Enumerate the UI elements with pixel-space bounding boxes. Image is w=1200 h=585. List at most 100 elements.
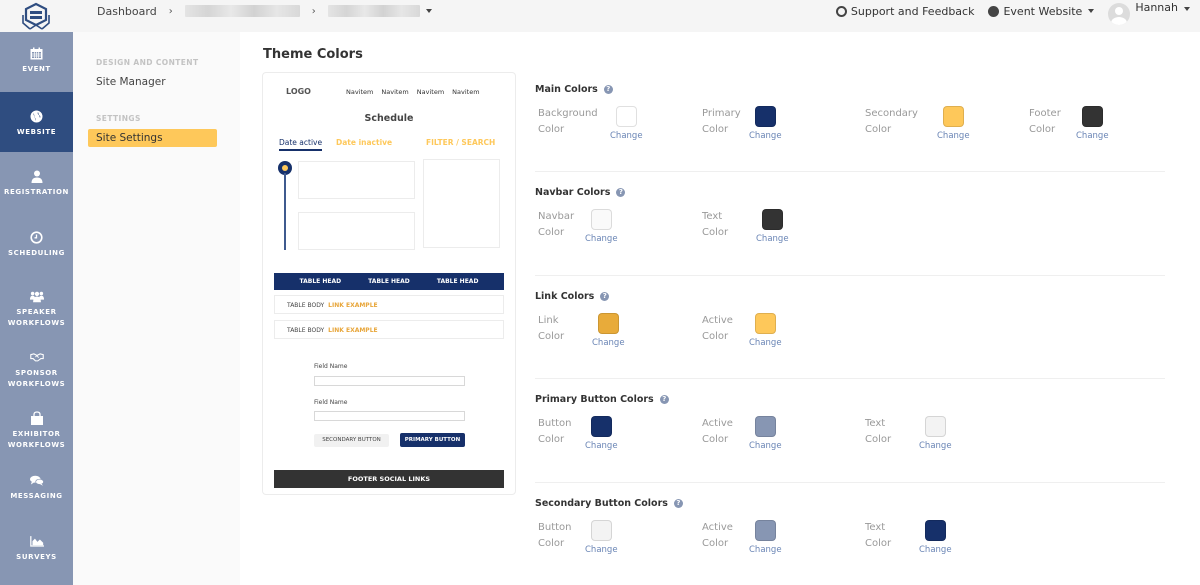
- subnav-site-manager[interactable]: Site Manager: [96, 76, 166, 88]
- brand-logo-icon[interactable]: [20, 1, 52, 31]
- change-color-link[interactable]: Change: [749, 338, 782, 348]
- section-divider: [535, 171, 1165, 172]
- preview-navitem: Navitem: [452, 88, 480, 96]
- change-color-link[interactable]: Change: [592, 338, 625, 348]
- globe-icon: [30, 109, 44, 123]
- color-label: Primary Color: [702, 106, 741, 138]
- change-color-link[interactable]: Change: [749, 545, 782, 555]
- sidebar-item-event[interactable]: EVENT: [0, 46, 73, 92]
- color-swatch[interactable]: [762, 209, 783, 230]
- event-website-dropdown[interactable]: Event Website: [988, 5, 1095, 18]
- preview-date-inactive-tab: Date inactive: [336, 138, 393, 147]
- change-color-link[interactable]: Change: [919, 545, 952, 555]
- color-swatch[interactable]: [925, 416, 946, 437]
- breadcrumb-separator-icon: ›: [311, 5, 316, 17]
- help-icon[interactable]: ?: [673, 499, 683, 508]
- change-color-link[interactable]: Change: [919, 441, 952, 451]
- preview-table-head-cell: TABLE HEAD: [368, 278, 410, 285]
- help-icon[interactable]: ?: [659, 395, 669, 404]
- chevron-down-icon: [1088, 9, 1095, 13]
- group-icon: [29, 289, 44, 303]
- breadcrumb: Dashboard › ›: [97, 0, 432, 22]
- color-setting: Text Color Change: [865, 520, 1015, 560]
- subnav-site-settings[interactable]: Site Settings: [88, 129, 217, 147]
- color-label-line: Text: [865, 418, 886, 429]
- color-setting: Button Color Change: [538, 520, 688, 560]
- color-swatch[interactable]: [755, 416, 776, 437]
- calendar-icon: [30, 46, 44, 60]
- color-swatch[interactable]: [591, 209, 612, 230]
- sidebar-item-label: SCHEDULING: [8, 249, 65, 257]
- sidebar-item-surveys[interactable]: SURVEYS: [0, 534, 73, 563]
- sidebar-item-exhibitor-workflows[interactable]: EXHIBITOR WORKFLOWS: [0, 411, 73, 451]
- change-color-link[interactable]: Change: [1076, 131, 1109, 141]
- change-color-link[interactable]: Change: [610, 131, 643, 141]
- sidebar-item-label: WORKFLOWS: [7, 319, 66, 327]
- preview-table-body-text: TABLE BODY: [287, 327, 325, 334]
- color-setting: Navbar Color Change: [538, 209, 688, 249]
- change-color-link[interactable]: Change: [937, 131, 970, 141]
- preview-field-input: [314, 376, 465, 386]
- sidebar-item-scheduling[interactable]: SCHEDULING: [0, 230, 73, 259]
- color-swatch[interactable]: [755, 520, 776, 541]
- user-menu[interactable]: Hannah: [1108, 0, 1190, 25]
- breadcrumb-event-redacted[interactable]: [184, 5, 300, 17]
- sidebar-item-messaging[interactable]: MESSAGING: [0, 473, 73, 502]
- color-swatch[interactable]: [755, 313, 776, 334]
- top-right-menu: Support and Feedback Event Website Hanna…: [822, 0, 1190, 25]
- area-chart-icon: [29, 534, 44, 548]
- change-color-link[interactable]: Change: [749, 441, 782, 451]
- color-label-line: Color: [538, 538, 565, 549]
- color-label: Button Color: [538, 520, 572, 552]
- sidebar-item-label: EVENT: [22, 65, 51, 73]
- color-label: Button Color: [538, 416, 572, 448]
- help-icon[interactable]: ?: [600, 292, 610, 301]
- preview-link-example: LINK EXAMPLE: [328, 327, 378, 334]
- color-swatch[interactable]: [925, 520, 946, 541]
- help-icon[interactable]: ?: [603, 85, 613, 94]
- change-color-link[interactable]: Change: [756, 234, 789, 244]
- color-label-line: Navbar: [538, 211, 575, 222]
- sidebar-item-website[interactable]: WEBSITE: [0, 92, 73, 152]
- color-swatch[interactable]: [755, 106, 776, 127]
- chevron-down-icon: [1184, 7, 1190, 11]
- color-swatch[interactable]: [598, 313, 619, 334]
- sidebar-item-label: SURVEYS: [16, 553, 57, 561]
- page-title: Theme Colors: [263, 47, 363, 62]
- color-swatch[interactable]: [591, 520, 612, 541]
- color-swatch[interactable]: [591, 416, 612, 437]
- sidebar-item-sponsor-workflows[interactable]: SPONSOR WORKFLOWS: [0, 350, 73, 390]
- preview-field-input: [314, 411, 465, 421]
- color-setting: Secondary Color Change: [865, 106, 1015, 146]
- preview-logo: LOGO: [286, 87, 311, 96]
- color-label-line: Link: [538, 315, 559, 326]
- change-color-link[interactable]: Change: [585, 545, 618, 555]
- color-label-line: Active: [702, 418, 733, 429]
- main-sidebar: EVENT WEBSITE REGISTRATION SCHEDULING SP…: [0, 32, 73, 585]
- sidebar-item-speaker-workflows[interactable]: SPEAKER WORKFLOWS: [0, 289, 73, 329]
- color-swatch[interactable]: [1082, 106, 1103, 127]
- color-label-line: Color: [702, 538, 729, 549]
- support-label: Support and Feedback: [850, 4, 975, 18]
- change-color-link[interactable]: Change: [585, 441, 618, 451]
- change-color-link[interactable]: Change: [749, 131, 782, 141]
- support-feedback-link[interactable]: Support and Feedback: [835, 4, 975, 18]
- sidebar-item-label: SPONSOR: [15, 369, 58, 377]
- breadcrumb-page-redacted[interactable]: [327, 5, 420, 17]
- color-swatch[interactable]: [943, 106, 964, 127]
- sidebar-item-registration[interactable]: REGISTRATION: [0, 169, 73, 198]
- section-title-text: Link Colors: [535, 291, 595, 302]
- color-label-line: Button: [538, 522, 572, 533]
- color-label-line: Active: [702, 522, 733, 533]
- section-title-text: Primary Button Colors: [535, 394, 654, 405]
- color-label: Text Color: [865, 416, 891, 448]
- help-icon[interactable]: ?: [616, 188, 626, 197]
- section-title: Secondary Button Colors?: [535, 498, 683, 509]
- chevron-down-icon[interactable]: [425, 9, 432, 13]
- section-title: Navbar Colors?: [535, 187, 626, 198]
- color-swatch[interactable]: [616, 106, 637, 127]
- change-color-link[interactable]: Change: [585, 234, 618, 244]
- section-divider: [535, 275, 1165, 276]
- shopping-bag-icon: [30, 411, 44, 425]
- breadcrumb-dashboard[interactable]: Dashboard: [97, 5, 157, 18]
